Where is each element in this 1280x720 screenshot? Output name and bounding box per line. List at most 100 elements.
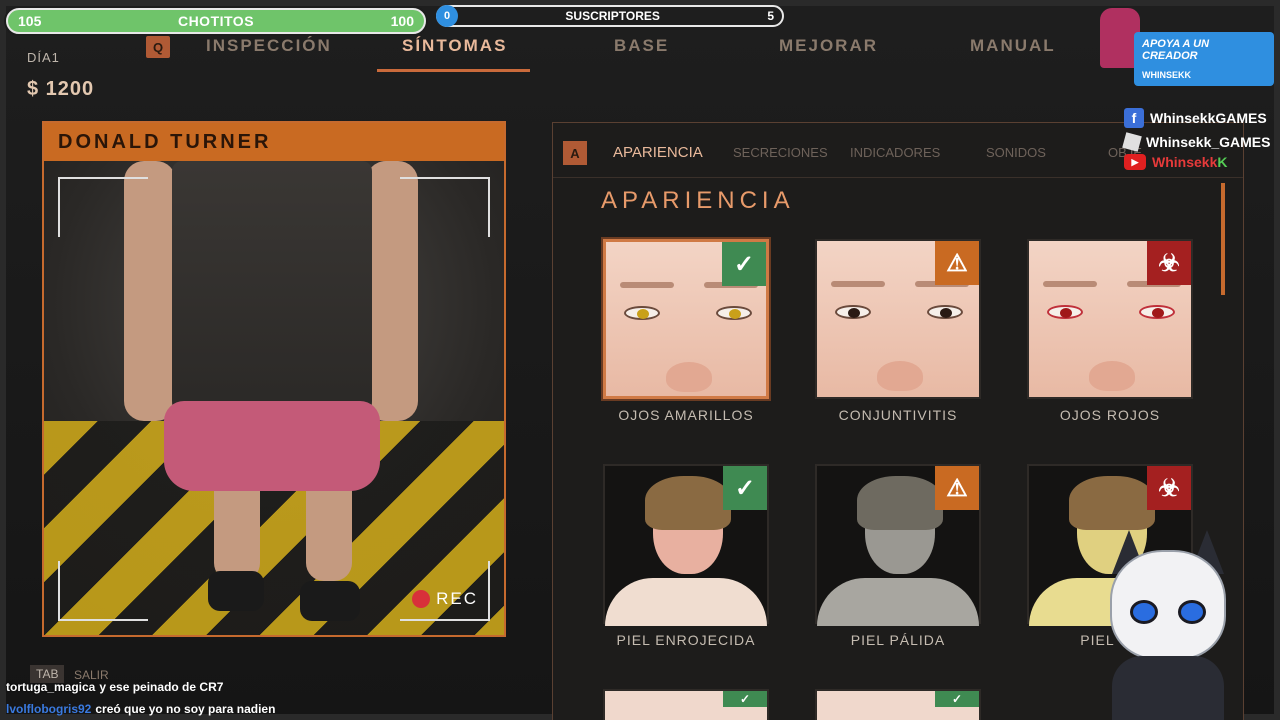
day-counter: DÍA1 bbox=[27, 50, 60, 65]
subtab-sonidos[interactable]: SONIDOS bbox=[986, 145, 1046, 160]
patient-shoe-right bbox=[300, 581, 360, 621]
symptom-image: ☣ bbox=[1027, 239, 1193, 399]
patient-panel: DONALD TURNER REC bbox=[42, 121, 506, 637]
chat-message: lvolflobogris92 creó que yo no soy para … bbox=[6, 698, 275, 720]
shield-check-icon: ✓ bbox=[935, 691, 979, 707]
subscribers-progress-bar: 0 SUSCRIPTORES 5 bbox=[436, 5, 784, 27]
eye bbox=[1139, 305, 1175, 319]
symptom-image: ✓ bbox=[601, 237, 771, 401]
money-display: $ 1200 bbox=[27, 78, 95, 100]
active-tab-indicator bbox=[377, 69, 530, 72]
rec-indicator: REC bbox=[412, 589, 478, 609]
stream-chat: tortuga_magica y ese peinado de CR7 lvol… bbox=[6, 676, 275, 720]
symptom-label: PIEL ENROJECIDA bbox=[616, 632, 756, 648]
eye bbox=[927, 305, 963, 319]
eye bbox=[624, 306, 660, 320]
iris bbox=[848, 308, 860, 318]
tab-mejorar[interactable]: MEJORAR bbox=[779, 36, 878, 72]
iris bbox=[729, 309, 741, 319]
chat-username: tortuga_magica bbox=[6, 680, 96, 694]
iris bbox=[940, 308, 952, 318]
chat-username: lvolflobogris92 bbox=[6, 702, 92, 716]
biohazard-icon: ☣ bbox=[1147, 466, 1191, 510]
shield-check-icon: ✓ bbox=[723, 691, 767, 707]
symptom-card-row3[interactable]: ✓ bbox=[603, 689, 769, 720]
subscribers-title: SUSCRIPTORES bbox=[565, 9, 660, 23]
eyebrow bbox=[1043, 281, 1097, 287]
facebook-name: WhinsekkGAMES bbox=[1150, 110, 1267, 126]
hair bbox=[645, 476, 731, 530]
tab-manual[interactable]: MANUAL bbox=[970, 36, 1056, 72]
patient-name: DONALD TURNER bbox=[44, 123, 504, 161]
eyebrow bbox=[620, 282, 674, 288]
facebook-handle: f WhinsekkGAMES bbox=[1124, 108, 1267, 128]
rec-label: REC bbox=[436, 589, 478, 608]
subtab-indicadores[interactable]: INDICADORES bbox=[850, 145, 940, 160]
shoulders bbox=[605, 578, 767, 626]
symptom-card-conjuntivitis[interactable]: ⚠ CONJUNTIVITIS bbox=[815, 239, 981, 423]
scrollbar[interactable] bbox=[1221, 183, 1225, 295]
key-hint-a: A bbox=[563, 141, 587, 165]
camera-corner-bracket bbox=[58, 561, 148, 621]
patient-shoe-left bbox=[208, 571, 264, 611]
mascot-eye bbox=[1178, 600, 1206, 624]
vtuber-avatar bbox=[1092, 530, 1242, 720]
subscribers-goal: 5 bbox=[767, 9, 774, 23]
roblox-icon bbox=[1122, 132, 1142, 152]
iris bbox=[1060, 308, 1072, 318]
biohazard-icon: ☣ bbox=[1147, 241, 1191, 285]
hair bbox=[857, 476, 943, 530]
roblox-name: Whinsekk_GAMES bbox=[1146, 134, 1271, 150]
symptom-card-row3[interactable]: ✓ bbox=[815, 689, 981, 720]
hair bbox=[1069, 476, 1155, 530]
streamer-overlay: APOYA A UN CREADOR WHINSEKK f WhinsekkGA… bbox=[1100, 8, 1276, 178]
symptom-label: PIEL PÁLIDA bbox=[850, 632, 946, 648]
chotitos-goal: 100 bbox=[390, 13, 414, 29]
symptom-card-ojos-rojos[interactable]: ☣ OJOS ROJOS bbox=[1027, 239, 1193, 423]
chat-text: creó que yo no soy para nadien bbox=[95, 702, 276, 716]
camera-corner-bracket bbox=[58, 177, 148, 237]
chotitos-progress-bar: 105 CHOTITOS 100 bbox=[6, 8, 426, 34]
shield-check-icon: ✓ bbox=[722, 242, 766, 286]
subtab-secreciones[interactable]: SECRECIONES bbox=[733, 145, 828, 160]
nose bbox=[1089, 361, 1135, 391]
patient-camera-view[interactable]: REC bbox=[44, 161, 504, 635]
support-creator-banner: APOYA A UN CREADOR WHINSEKK bbox=[1134, 32, 1274, 86]
top-navigation: Q INSPECCIÓN SÍNTOMAS BASE MEJORAR MANUA… bbox=[140, 32, 1140, 72]
iris bbox=[1152, 308, 1164, 318]
key-hint-q: Q bbox=[146, 36, 170, 58]
eye bbox=[1047, 305, 1083, 319]
mascot-body bbox=[1112, 656, 1224, 720]
subscribers-current: 0 bbox=[436, 5, 458, 27]
tab-inspeccion[interactable]: INSPECCIÓN bbox=[206, 36, 332, 72]
symptom-image: ✓ bbox=[603, 464, 769, 626]
symptom-card-piel-enrojecida[interactable]: ✓ PIEL ENROJECIDA bbox=[603, 464, 769, 648]
mascot-head bbox=[1110, 550, 1226, 660]
eyebrow bbox=[831, 281, 885, 287]
support-code: WHINSEKK bbox=[1142, 70, 1191, 80]
iris bbox=[637, 309, 649, 319]
youtube-name-suffix: K bbox=[1217, 154, 1228, 170]
symptom-card-ojos-amarillos[interactable]: ✓ OJOS AMARILLOS bbox=[601, 237, 771, 423]
tab-base[interactable]: BASE bbox=[614, 36, 669, 72]
record-dot-icon bbox=[412, 590, 431, 608]
nose bbox=[666, 362, 712, 392]
shoulders bbox=[817, 578, 979, 626]
youtube-name: WhinsekkK bbox=[1152, 154, 1227, 170]
youtube-icon: ▶ bbox=[1124, 154, 1146, 170]
symptom-image: ⚠ bbox=[815, 239, 981, 399]
youtube-name-text: Whinsekk bbox=[1152, 154, 1218, 170]
chotitos-current: 105 bbox=[18, 13, 42, 29]
subtab-apariencia[interactable]: APARIENCIA bbox=[613, 144, 703, 161]
chotitos-title: CHOTITOS bbox=[177, 13, 255, 29]
symptom-label: OJOS ROJOS bbox=[1059, 407, 1161, 423]
symptom-image: ⚠ bbox=[815, 464, 981, 626]
tab-sintomas[interactable]: SÍNTOMAS bbox=[402, 36, 507, 72]
symptom-label: OJOS AMARILLOS bbox=[618, 407, 754, 423]
patient-shorts bbox=[164, 401, 380, 491]
symptom-label: CONJUNTIVITIS bbox=[838, 407, 958, 423]
eye bbox=[716, 306, 752, 320]
chat-message: tortuga_magica y ese peinado de CR7 bbox=[6, 676, 275, 698]
symptom-card-piel-palida[interactable]: ⚠ PIEL PÁLIDA bbox=[815, 464, 981, 648]
eye bbox=[835, 305, 871, 319]
